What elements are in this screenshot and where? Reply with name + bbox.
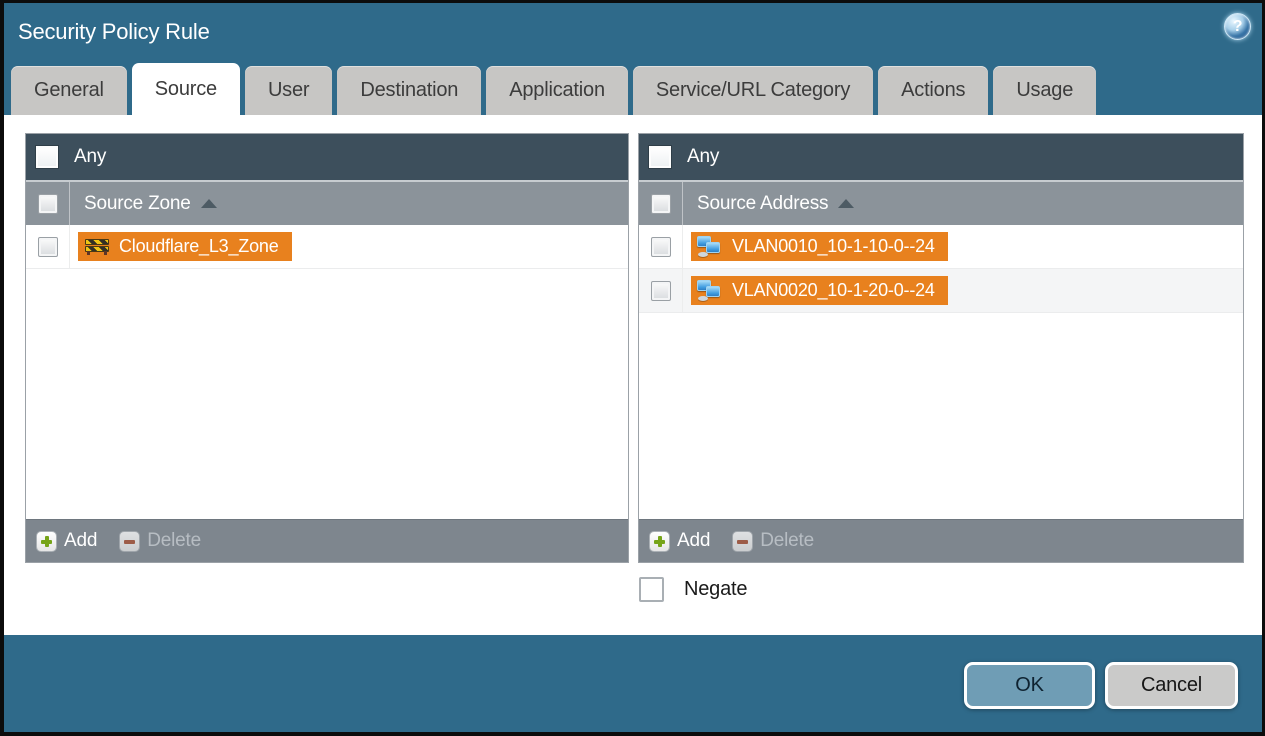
minus-icon <box>119 530 141 552</box>
zone-item-label: Cloudflare_L3_Zone <box>119 236 279 256</box>
dialog-title: Security Policy Rule <box>18 19 210 44</box>
sort-ascending-icon[interactable] <box>200 199 217 208</box>
title-bar: Security Policy Rule ? <box>4 3 1262 62</box>
delete-button-label: Delete <box>147 530 201 551</box>
delete-button[interactable]: Delete <box>119 530 201 552</box>
source-zone-select-all-checkbox[interactable] <box>37 193 58 214</box>
source-zone-any-checkbox[interactable] <box>36 146 58 168</box>
negate-label: Negate <box>684 578 748 600</box>
source-address-any-checkbox[interactable] <box>649 146 671 168</box>
address-item-label: VLAN0020_10-1-20-0--24 <box>732 280 935 300</box>
tab-application[interactable]: Application <box>486 66 628 115</box>
address-item-label: VLAN0010_10-1-10-0--24 <box>732 236 935 256</box>
zone-item-chip[interactable]: Cloudflare_L3_Zone <box>78 232 292 261</box>
cancel-button[interactable]: Cancel <box>1105 662 1238 709</box>
address-item-chip[interactable]: VLAN0020_10-1-20-0--24 <box>691 276 948 305</box>
tab-strip: General Source User Destination Applicat… <box>4 62 1262 115</box>
address-icon <box>697 236 723 257</box>
delete-button-label: Delete <box>760 530 814 551</box>
source-tab-content: Any Source Zone Cloudflare_L3_Zone Add D… <box>4 115 1262 635</box>
negate-row: Negate <box>639 577 747 602</box>
source-zone-column-title[interactable]: Source Zone <box>84 193 191 215</box>
security-policy-rule-dialog: Security Policy Rule ? General Source Us… <box>0 0 1265 736</box>
source-zone-column-header[interactable]: Source Zone <box>26 180 628 225</box>
add-button-label: Add <box>677 530 711 551</box>
source-zone-toolbar: Add Delete <box>26 519 628 562</box>
source-address-select-all-checkbox[interactable] <box>650 193 671 214</box>
source-zone-panel: Any Source Zone Cloudflare_L3_Zone Add D… <box>25 133 629 563</box>
minus-icon <box>732 530 754 552</box>
dialog-footer: OK Cancel <box>4 635 1262 732</box>
tab-general[interactable]: General <box>11 66 127 115</box>
source-address-column-header[interactable]: Source Address <box>639 180 1243 225</box>
source-address-any-label: Any <box>687 146 720 167</box>
source-zone-list: Cloudflare_L3_Zone <box>26 225 628 519</box>
row-checkbox[interactable] <box>650 280 671 301</box>
tab-source[interactable]: Source <box>131 63 240 115</box>
sort-ascending-icon[interactable] <box>838 199 855 208</box>
table-row[interactable]: Cloudflare_L3_Zone <box>26 225 628 269</box>
source-zone-any-bar: Any <box>26 134 628 180</box>
source-address-any-bar: Any <box>639 134 1243 180</box>
plus-icon <box>36 530 57 552</box>
tab-user[interactable]: User <box>244 66 333 115</box>
source-address-list: VLAN0010_10-1-10-0--24 VLAN0020_10-1-20-… <box>639 225 1243 519</box>
add-button-label: Add <box>64 530 98 551</box>
tab-destination[interactable]: Destination <box>337 66 482 115</box>
add-button[interactable]: Add <box>649 530 710 552</box>
table-row[interactable]: VLAN0020_10-1-20-0--24 <box>639 269 1243 313</box>
table-row[interactable]: VLAN0010_10-1-10-0--24 <box>639 225 1243 269</box>
row-checkbox[interactable] <box>650 236 671 257</box>
tab-usage[interactable]: Usage <box>993 66 1097 115</box>
row-checkbox[interactable] <box>37 236 58 257</box>
plus-icon <box>649 530 670 552</box>
row-checkbox-cell[interactable] <box>639 269 683 312</box>
source-zone-any-label: Any <box>74 146 107 167</box>
add-button[interactable]: Add <box>36 530 97 552</box>
zone-icon <box>84 238 110 255</box>
row-checkbox-cell[interactable] <box>639 225 683 268</box>
row-checkbox-cell[interactable] <box>26 225 70 268</box>
source-address-select-all-cell[interactable] <box>639 182 683 225</box>
help-icon[interactable]: ? <box>1224 13 1251 40</box>
source-address-column-title[interactable]: Source Address <box>697 193 829 215</box>
tab-service-url-category[interactable]: Service/URL Category <box>632 66 874 115</box>
source-zone-select-all-cell[interactable] <box>26 182 70 225</box>
address-icon <box>697 280 723 301</box>
address-item-chip[interactable]: VLAN0010_10-1-10-0--24 <box>691 232 948 261</box>
delete-button[interactable]: Delete <box>732 530 814 552</box>
tab-actions[interactable]: Actions <box>878 66 989 115</box>
source-address-toolbar: Add Delete <box>639 519 1243 562</box>
ok-button[interactable]: OK <box>964 662 1095 709</box>
source-address-panel: Any Source Address VLAN0010_10-1-10-0--2… <box>638 133 1244 563</box>
negate-checkbox[interactable] <box>639 577 664 602</box>
